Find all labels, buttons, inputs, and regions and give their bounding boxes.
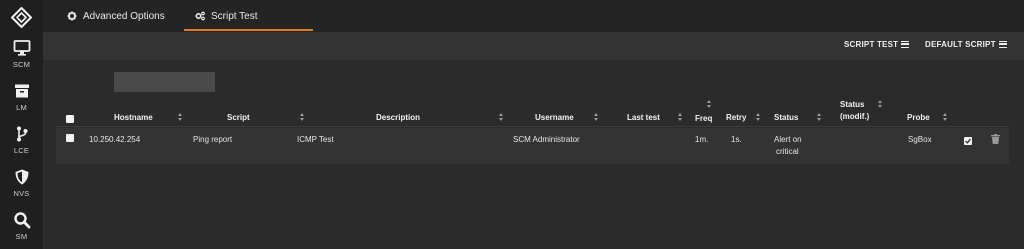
cell-status: Alert on: [774, 135, 802, 144]
cell-status-line2: critical: [776, 147, 799, 156]
sort-icon[interactable]: [756, 113, 761, 121]
sidebar-item-nvs[interactable]: NVS: [0, 168, 43, 198]
column-header-username[interactable]: Username: [535, 113, 574, 122]
cell-description: ICMP Test: [297, 135, 334, 144]
check-icon: [965, 138, 971, 144]
sort-icon[interactable]: [817, 113, 822, 121]
tab-bar: Advanced Options Script Test: [43, 0, 1024, 32]
cell-freq: 1m.: [695, 135, 709, 144]
sort-icon[interactable]: [943, 113, 948, 121]
archive-icon: [14, 84, 29, 98]
header-divider: [56, 126, 1009, 127]
sort-icon[interactable]: [178, 113, 183, 121]
tab-label: Script Test: [211, 10, 258, 22]
app-root: SCM LM LCE NVS SM Advanced Options Scrip…: [0, 0, 1024, 249]
column-header-freq[interactable]: Freq: [695, 114, 712, 123]
gear-icon: [67, 11, 77, 21]
cell-retry: 1s.: [731, 135, 742, 144]
column-header-last-test[interactable]: Last test: [627, 113, 660, 122]
sidebar-item-label: SM: [15, 232, 28, 241]
cell-probe: SgBox: [908, 135, 932, 144]
gears-icon: [195, 11, 205, 21]
sidebar: SCM LM LCE NVS SM: [0, 0, 43, 249]
column-header-script[interactable]: Script: [227, 113, 250, 122]
enabled-checkbox[interactable]: [964, 137, 972, 145]
cell-username: SCM Administrator: [513, 135, 580, 144]
hamburger-icon: [998, 41, 1007, 48]
sort-icon[interactable]: [594, 113, 599, 121]
search-icon: [13, 212, 30, 229]
sidebar-item-lce[interactable]: LCE: [0, 125, 43, 155]
sort-icon[interactable]: [707, 100, 712, 108]
column-header-status-modif[interactable]: Status: [840, 100, 864, 109]
script-test-menu-button[interactable]: SCRIPT TEST: [844, 40, 910, 49]
tab-script-test[interactable]: Script Test: [195, 0, 258, 32]
default-script-menu-button[interactable]: DEFAULT SCRIPT: [925, 40, 1007, 49]
column-header-description[interactable]: Description: [376, 113, 420, 122]
sort-icon[interactable]: [878, 100, 883, 108]
search-input[interactable]: [114, 72, 215, 92]
cell-hostname: 10.250.42.254: [89, 135, 141, 144]
row-select-checkbox[interactable]: [66, 134, 74, 142]
sidebar-item-label: LCE: [13, 146, 30, 155]
hamburger-icon: [901, 41, 910, 48]
sidebar-item-sm[interactable]: SM: [0, 211, 43, 241]
main-content: Hostname Script Description Username Las…: [43, 60, 1024, 249]
column-header-hostname[interactable]: Hostname: [114, 113, 153, 122]
column-header-retry[interactable]: Retry: [726, 113, 746, 122]
cell-script: Ping report: [193, 135, 233, 144]
tab-label: Advanced Options: [83, 10, 165, 22]
sidebar-item-label: SCM: [12, 60, 31, 69]
sidebar-item-scm[interactable]: SCM: [0, 39, 43, 69]
select-all-checkbox[interactable]: [66, 115, 74, 123]
column-header-status[interactable]: Status: [774, 113, 798, 122]
sort-icon[interactable]: [499, 113, 504, 121]
sort-icon[interactable]: [678, 113, 683, 121]
sidebar-item-lm[interactable]: LM: [0, 82, 43, 112]
toolbar: SCRIPT TEST DEFAULT SCRIPT: [43, 32, 1024, 60]
tab-advanced-options[interactable]: Advanced Options: [67, 0, 165, 32]
sort-icon[interactable]: [300, 113, 305, 121]
default-script-label: DEFAULT SCRIPT: [925, 40, 996, 49]
shield-icon: [15, 169, 28, 185]
column-header-status-modif-sub[interactable]: (modif.): [840, 112, 869, 121]
logo-icon[interactable]: [11, 7, 32, 28]
branch-icon: [16, 126, 27, 142]
active-tab-indicator: [184, 29, 313, 31]
script-test-label: SCRIPT TEST: [844, 40, 899, 49]
column-header-probe[interactable]: Probe: [907, 113, 930, 122]
monitor-icon: [13, 40, 30, 56]
sidebar-item-label: LM: [16, 103, 27, 112]
table-row[interactable]: 10.250.42.254 Ping report ICMP Test SCM …: [56, 128, 1009, 164]
trash-icon[interactable]: [991, 134, 1000, 144]
sidebar-item-label: NVS: [13, 189, 30, 198]
